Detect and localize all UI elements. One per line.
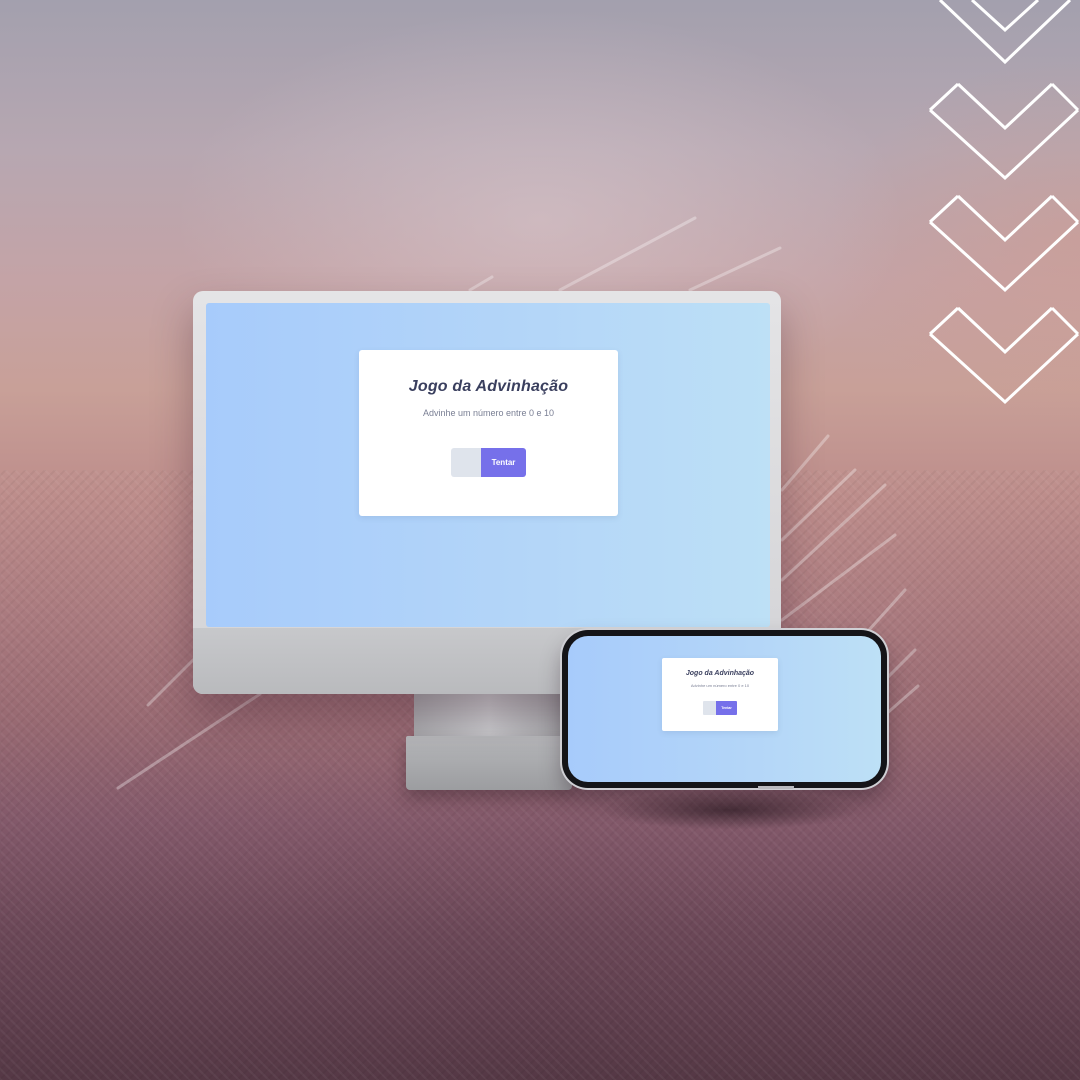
chevron-down-icon: [928, 194, 1080, 293]
game-card: Jogo da Advinhação Advinhe um número ent…: [359, 350, 618, 516]
diagonal-line: [558, 216, 697, 292]
chevron-down-icon: [928, 306, 1080, 405]
mobile-try-button[interactable]: Tentar: [716, 701, 737, 715]
diagonal-line: [780, 483, 887, 582]
phone-shadow: [600, 790, 860, 830]
chevron-down-icon: [928, 82, 1080, 181]
diagonal-line: [146, 658, 195, 707]
try-button[interactable]: Tentar: [481, 448, 526, 477]
game-title: Jogo da Advinhação: [408, 378, 569, 395]
mobile-game-card: Jogo da Advinhação Advinhe um número ent…: [662, 658, 778, 731]
phone-side-button: [758, 786, 794, 789]
diagonal-line: [780, 434, 830, 492]
diagonal-line: [883, 648, 917, 682]
monitor-stand-base: [406, 736, 572, 790]
mobile-game-instructions: Advinhe um número entre 0 e 10: [690, 683, 750, 688]
game-instructions: Advinhe um número entre 0 e 10: [422, 408, 555, 418]
chevron-down-icon: [938, 0, 1072, 65]
mobile-game-title: Jogo da Advinhação: [685, 670, 755, 677]
monitor-stand-neck: [414, 694, 564, 740]
diagonal-line: [883, 684, 920, 717]
mobile-guess-input[interactable]: [703, 701, 717, 715]
guess-input[interactable]: [451, 448, 482, 477]
diagonal-line: [780, 533, 897, 622]
diagonal-line: [688, 246, 782, 292]
diagonal-line: [116, 692, 262, 790]
diagonal-line: [780, 468, 857, 542]
diagonal-line: [468, 275, 494, 292]
